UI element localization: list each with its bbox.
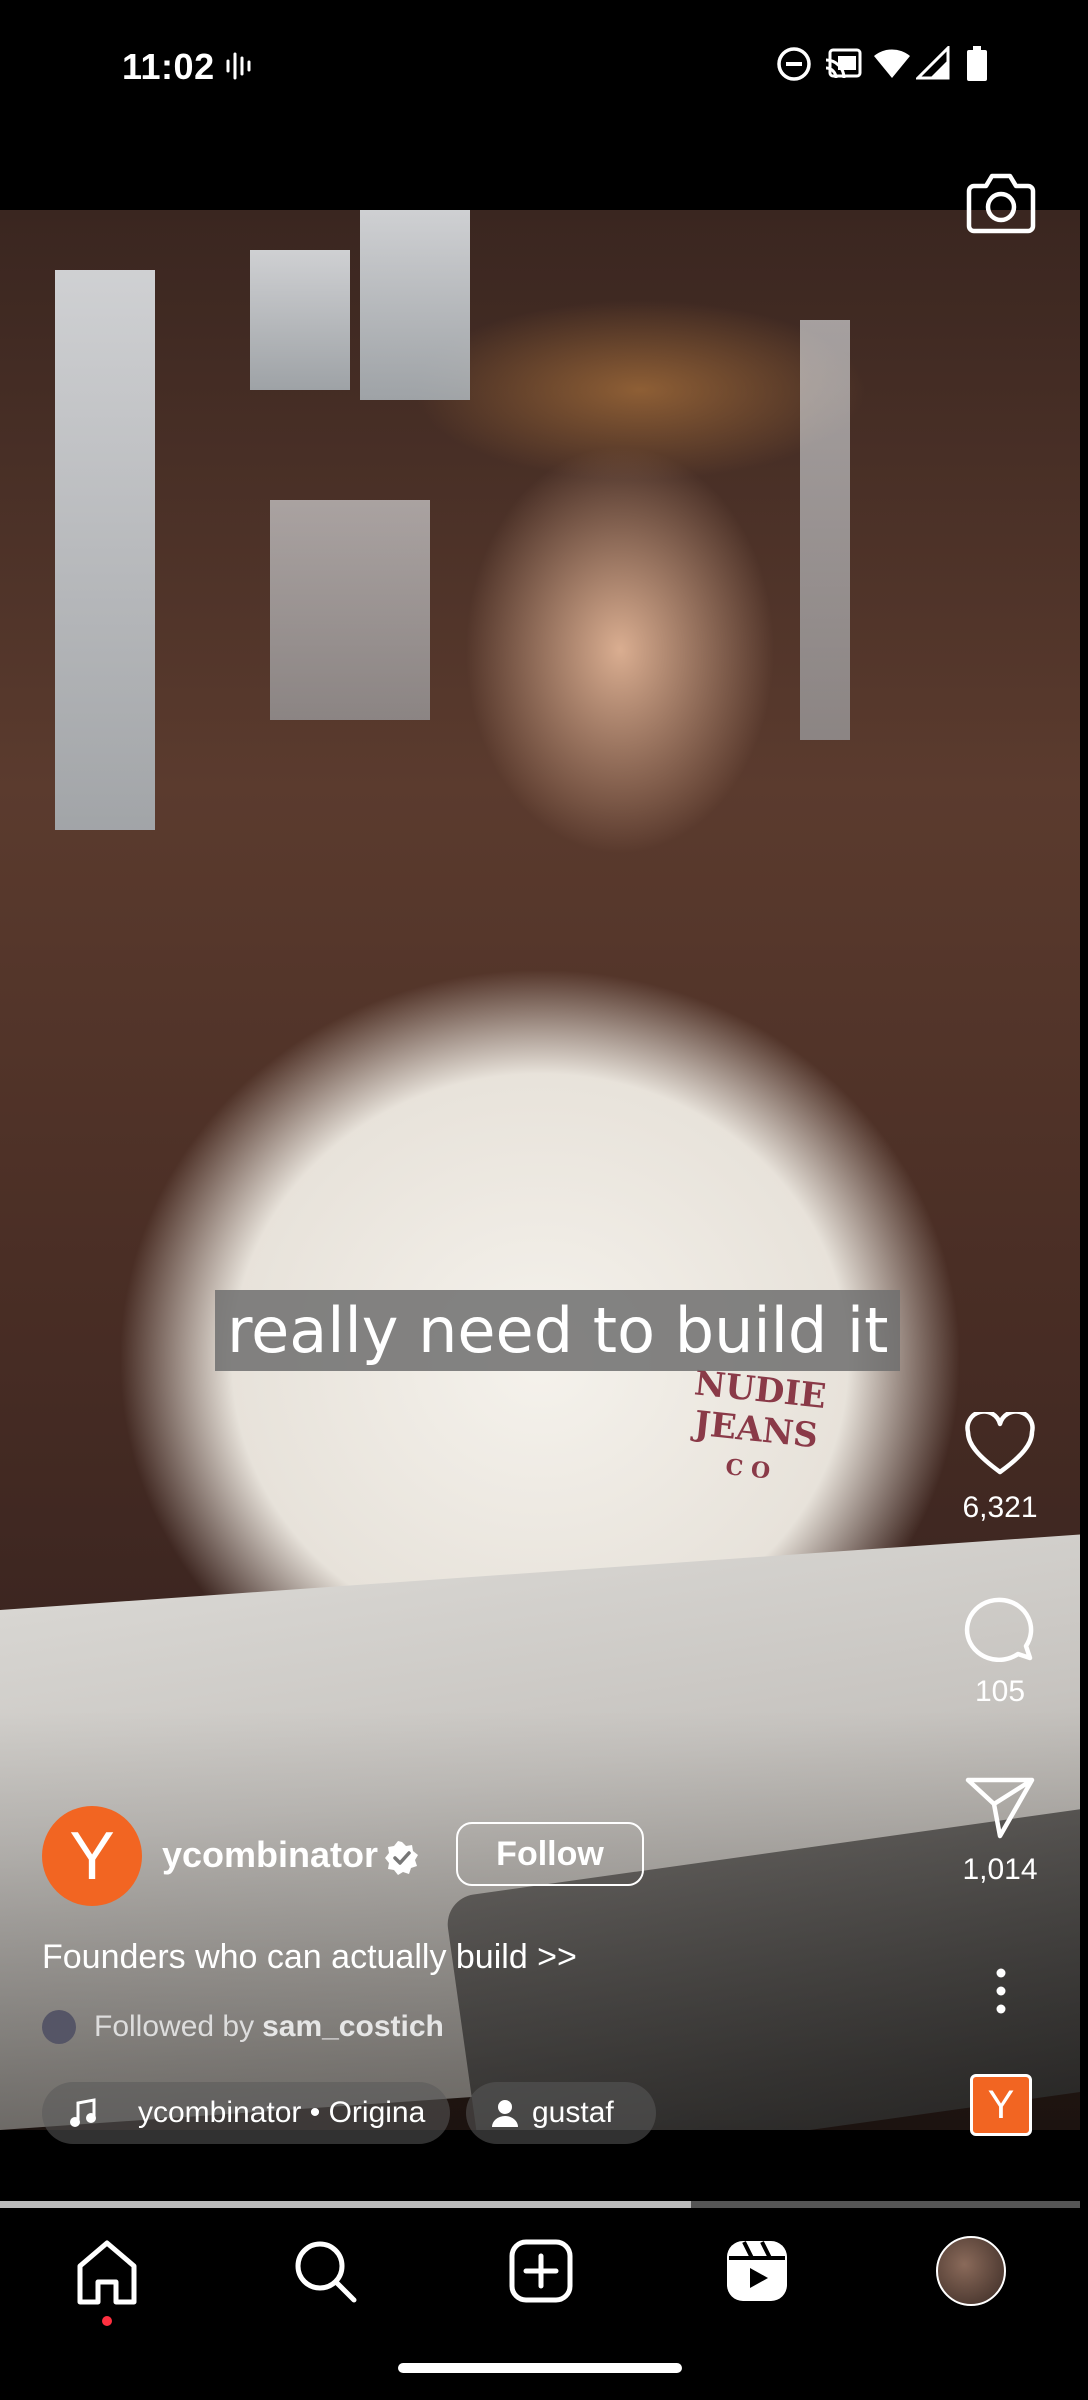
nav-profile[interactable] bbox=[936, 2236, 1006, 2306]
home-icon bbox=[77, 2240, 137, 2323]
nav-search[interactable] bbox=[292, 2238, 358, 2309]
do-not-disturb-icon bbox=[777, 47, 811, 81]
audio-thumbnail[interactable]: Y bbox=[970, 2074, 1032, 2136]
music-note-icon bbox=[70, 2098, 96, 2127]
background-window bbox=[55, 270, 155, 830]
tagged-username: gustaf bbox=[532, 2096, 614, 2129]
background-window bbox=[360, 210, 470, 400]
background-window bbox=[250, 250, 350, 390]
comment-count: 105 bbox=[974, 1675, 1026, 1708]
status-time: 11:02 bbox=[122, 46, 215, 87]
follower-avatar bbox=[42, 2010, 76, 2044]
status-bar: 11:02 bbox=[0, 0, 1088, 135]
like-count: 6,321 bbox=[962, 1491, 1038, 1524]
follower-username: sam_costich bbox=[262, 2010, 444, 2043]
profile-avatar bbox=[936, 2236, 1006, 2306]
cell-signal-icon bbox=[916, 46, 950, 80]
voice-activity-icon bbox=[226, 52, 251, 80]
share-count: 1,014 bbox=[962, 1853, 1038, 1886]
tagged-user-pill[interactable]: gustaf bbox=[466, 2082, 656, 2144]
nav-home[interactable] bbox=[74, 2238, 140, 2326]
cast-icon bbox=[825, 48, 862, 79]
account-username[interactable]: ycombinator bbox=[162, 1834, 378, 1876]
nav-reels[interactable] bbox=[724, 2238, 790, 2309]
account-avatar[interactable]: Y bbox=[42, 1806, 142, 1906]
comment-button[interactable]: 105 bbox=[940, 1592, 1060, 1709]
person-icon bbox=[492, 2100, 518, 2127]
create-icon bbox=[509, 2239, 573, 2303]
camera-icon[interactable] bbox=[966, 170, 1036, 234]
post-description[interactable]: Founders who can actually build >> bbox=[42, 1938, 577, 1977]
background-window bbox=[270, 500, 430, 720]
wifi-icon bbox=[874, 49, 910, 78]
followed-by[interactable]: Followed by sam_costich bbox=[42, 2010, 444, 2044]
heart-icon bbox=[965, 1409, 1035, 1475]
battery-icon bbox=[967, 46, 987, 81]
share-button[interactable]: 1,014 bbox=[940, 1774, 1060, 1887]
comment-icon bbox=[964, 1597, 1034, 1663]
like-button[interactable]: 6,321 bbox=[940, 1409, 1060, 1525]
more-options-icon[interactable] bbox=[990, 1966, 1012, 2016]
video-progress-fill bbox=[0, 2201, 692, 2208]
nav-create[interactable] bbox=[508, 2238, 574, 2309]
search-icon bbox=[295, 2241, 357, 2303]
video-caption: really need to build it bbox=[215, 1290, 901, 1371]
home-indicator[interactable] bbox=[398, 2363, 682, 2373]
verified-badge-icon bbox=[385, 1841, 418, 1875]
shirt-print: NUDIE JEANS CO bbox=[692, 1363, 828, 1486]
notification-dot bbox=[102, 2316, 112, 2326]
video-progress-bar[interactable] bbox=[0, 2201, 1080, 2208]
follow-button[interactable]: Follow bbox=[456, 1822, 644, 1886]
reels-icon bbox=[727, 2241, 787, 2301]
audio-pill[interactable]: ycombinator • Origina bbox=[42, 2082, 450, 2144]
send-icon bbox=[965, 1777, 1035, 1839]
background-window bbox=[800, 320, 850, 740]
audio-label: ycombinator • Origina bbox=[138, 2096, 426, 2129]
